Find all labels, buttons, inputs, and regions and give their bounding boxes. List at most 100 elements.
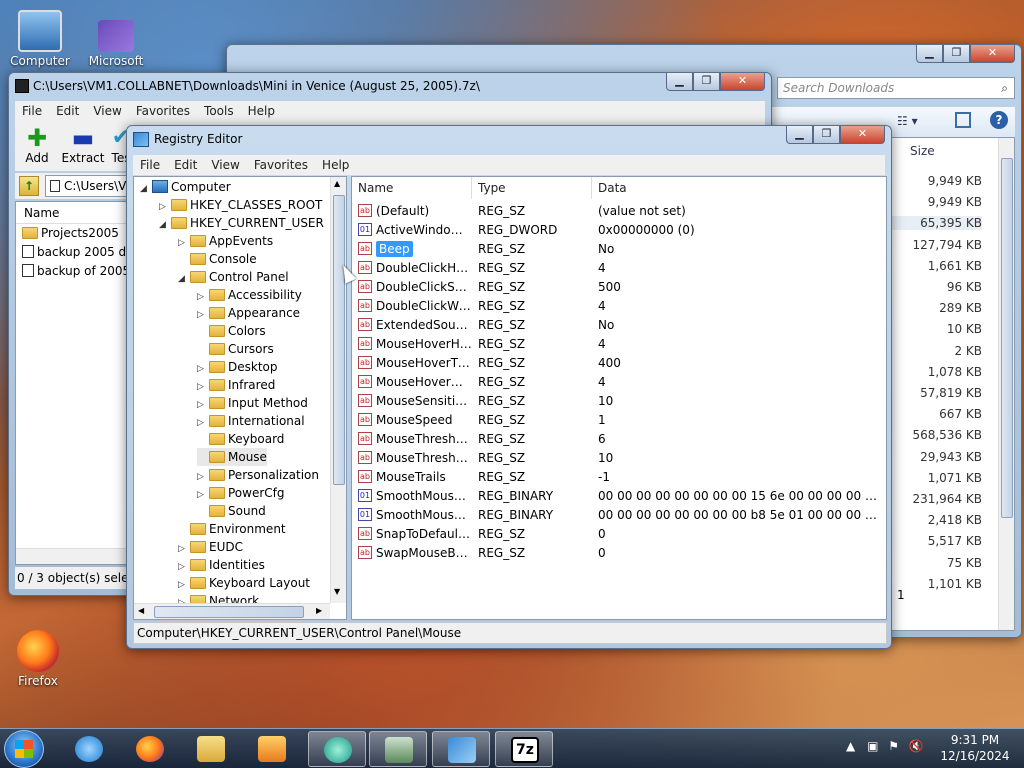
taskbar-explorer[interactable] [182, 731, 240, 767]
menu-favorites[interactable]: Favorites [129, 104, 197, 118]
clock[interactable]: 9:31 PM 12/16/2024 [934, 732, 1016, 764]
value-row[interactable]: 01 SmoothMouseX... REG_BINARY 00 00 00 00 0… [352, 487, 886, 506]
tree-item-eudc[interactable]: ▷ EUDC [178, 538, 243, 556]
value-row[interactable]: ab DoubleClickWidth REG_SZ 4 [352, 297, 886, 316]
regedit-titlebar[interactable]: Registry Editor [127, 126, 891, 152]
value-row[interactable]: ab DoubleClickSpeed REG_SZ 500 [352, 278, 886, 297]
minimize-button[interactable]: ▁ [786, 126, 813, 144]
taskbar-task-manager[interactable] [369, 731, 427, 767]
size-column-header[interactable]: Size [910, 144, 935, 158]
start-button[interactable] [4, 730, 44, 768]
expand-arrow-icon[interactable]: ◢ [178, 270, 188, 288]
name-column-header[interactable]: Name [16, 202, 138, 224]
tree-hscroll[interactable]: ◀ ▶ [134, 603, 330, 619]
tree-item-accessibility[interactable]: ▷ Accessibility [197, 286, 302, 304]
value-row[interactable]: ab MouseHoverWi... REG_SZ 4 [352, 373, 886, 392]
menu-help[interactable]: Help [241, 104, 282, 118]
value-row[interactable]: ab MouseHoverHei... REG_SZ 4 [352, 335, 886, 354]
tree-item-international[interactable]: ▷ International [197, 412, 305, 430]
taskbar-7zip[interactable]: 7z [495, 731, 553, 767]
tree-item-powercfg[interactable]: ▷ PowerCfg [197, 484, 285, 502]
file-row[interactable]: backup 2005 dsp [20, 245, 138, 259]
tree-item-keyboard-layout[interactable]: ▷ Keyboard Layout [178, 574, 310, 592]
tree-item-colors[interactable]: Colors [197, 322, 266, 340]
tree-item-hkey-current-user[interactable]: ◢ HKEY_CURRENT_USER [159, 214, 324, 232]
value-row[interactable]: ab (Default) REG_SZ (value not set) [352, 202, 886, 221]
menu-edit[interactable]: Edit [49, 104, 86, 118]
menu-favorites[interactable]: Favorites [247, 158, 315, 172]
desktop-icon-firefox[interactable]: Firefox [0, 630, 76, 688]
view-options-icon[interactable]: ☷ ▾ [897, 114, 918, 128]
regedit-window[interactable]: Registry Editor ▁ ❐ ✕ File Edit View Fav… [126, 125, 892, 649]
menu-edit[interactable]: Edit [167, 158, 204, 172]
desktop-icon-microsoft[interactable]: Microsoft [78, 20, 154, 68]
tree-item-input-method[interactable]: ▷ Input Method [197, 394, 308, 412]
tree-item-environment[interactable]: Environment [178, 520, 286, 538]
menu-view[interactable]: View [204, 158, 246, 172]
explorer-scrollbar[interactable] [998, 138, 1014, 630]
close-button[interactable]: ✕ [970, 45, 1015, 63]
tree-item-keyboard[interactable]: Keyboard [197, 430, 284, 448]
tree-item-control-panel[interactable]: ◢ Control Panel [178, 268, 289, 286]
value-row[interactable]: ab MouseSensitivity REG_SZ 10 [352, 392, 886, 411]
extract-button[interactable]: ▬ Extract [59, 125, 107, 165]
registry-tree[interactable]: ◢ Computer ▷ HKEY_CLASSES_ROOT ◢ HKEY_CURRENT… [133, 176, 347, 620]
file-row[interactable]: Projects2005 [20, 226, 119, 240]
menu-view[interactable]: View [86, 104, 128, 118]
value-row[interactable]: ab DoubleClickHei... REG_SZ 4 [352, 259, 886, 278]
help-icon[interactable]: ? [990, 111, 1008, 129]
menu-file[interactable]: File [15, 104, 49, 118]
minimize-button[interactable]: ▁ [666, 73, 693, 91]
tree-scroll-thumb[interactable] [333, 195, 345, 485]
taskbar-app-teal[interactable] [308, 731, 366, 767]
value-row[interactable]: ab MouseSpeed REG_SZ 1 [352, 411, 886, 430]
column-header-type[interactable]: Type [472, 177, 592, 199]
tree-hscroll-thumb[interactable] [154, 606, 304, 618]
value-row[interactable]: ab MouseHoverTime REG_SZ 400 [352, 354, 886, 373]
tree-item-appevents[interactable]: ▷ AppEvents [178, 232, 273, 250]
preview-pane-icon[interactable] [955, 112, 971, 128]
action-center-icon[interactable]: ⚑ [888, 739, 899, 753]
value-row[interactable]: 01 SmoothMouseY... REG_BINARY 00 00 00 00 0… [352, 506, 886, 525]
column-header-data[interactable]: Data [592, 177, 882, 199]
tree-item-computer[interactable]: ◢ Computer [140, 178, 231, 196]
up-folder-icon[interactable]: ↑ [19, 176, 39, 196]
value-row[interactable]: ab MouseThreshold1 REG_SZ 6 [352, 430, 886, 449]
search-box[interactable]: Search Downloads ⌕ [777, 77, 1015, 99]
file-row[interactable]: backup of 2005 c [20, 264, 138, 278]
value-row[interactable]: ab Beep REG_SZ No [352, 240, 886, 259]
tree-item-appearance[interactable]: ▷ Appearance [197, 304, 300, 322]
sevenzip-file-list[interactable]: Name Projects2005 backup 2005 dsp backup… [15, 201, 139, 565]
tree-item-identities[interactable]: ▷ Identities [178, 556, 265, 574]
tree-item-infrared[interactable]: ▷ Infrared [197, 376, 275, 394]
menu-tools[interactable]: Tools [197, 104, 241, 118]
taskbar-ie[interactable] [60, 731, 118, 767]
maximize-button[interactable]: ❐ [943, 45, 970, 63]
sevenzip-titlebar[interactable]: C:\Users\VM1.COLLABNET\Downloads\Mini in… [9, 73, 771, 99]
scroll-down-arrow[interactable]: ▼ [334, 587, 340, 596]
close-button[interactable]: ✕ [720, 73, 765, 91]
value-row[interactable]: ab SnapToDefaultB... REG_SZ 0 [352, 525, 886, 544]
value-row[interactable]: ab ExtendedSounds REG_SZ No [352, 316, 886, 335]
registry-values[interactable]: Name Type Data ab (Default) REG_SZ (value n… [351, 176, 887, 620]
tree-item-personalization[interactable]: ▷ Personalization [197, 466, 319, 484]
tree-item-mouse[interactable]: Mouse [197, 448, 267, 466]
minimize-button[interactable]: ▁ [916, 45, 943, 63]
value-row[interactable]: ab MouseThreshold2 REG_SZ 10 [352, 449, 886, 468]
maximize-button[interactable]: ❐ [693, 73, 720, 91]
network-icon[interactable]: ▣ [867, 739, 878, 753]
tree-item-hkey-classes-root[interactable]: ▷ HKEY_CLASSES_ROOT [159, 196, 322, 214]
desktop-icon-computer[interactable]: Computer [2, 10, 78, 68]
tree-item-sound[interactable]: Sound [197, 502, 266, 520]
add-button[interactable]: ✚ Add [19, 125, 55, 165]
sevenzip-hscroll[interactable] [16, 548, 138, 564]
tree-vscroll[interactable]: ▲ ▼ [330, 177, 346, 603]
scroll-left-arrow[interactable]: ◀ [138, 606, 144, 615]
scroll-right-arrow[interactable]: ▶ [316, 606, 322, 615]
taskbar-firefox[interactable] [121, 731, 179, 767]
column-header-name[interactable]: Name [352, 177, 472, 199]
tree-item-console[interactable]: Console [178, 250, 257, 268]
volume-muted-icon[interactable]: 🔇 [909, 739, 924, 753]
close-button[interactable]: ✕ [840, 126, 885, 144]
taskbar-regedit[interactable] [432, 731, 490, 767]
